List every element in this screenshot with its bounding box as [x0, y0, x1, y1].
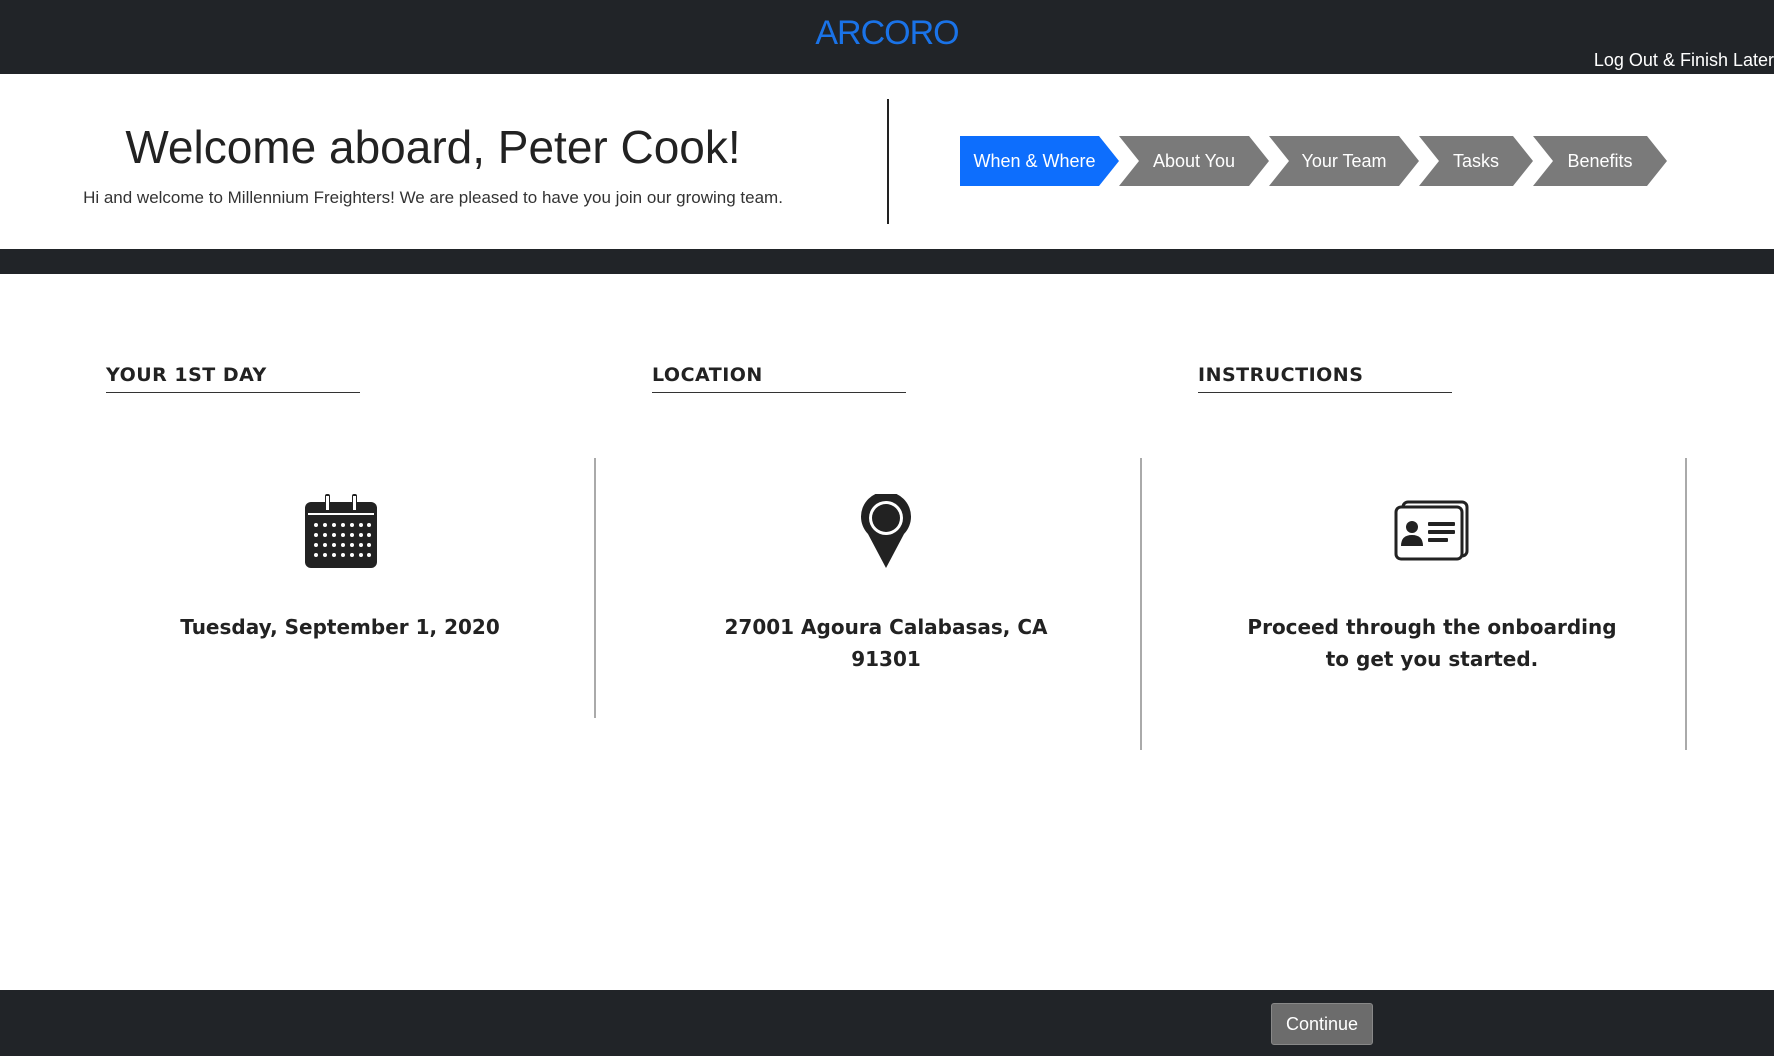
footer-bar: Continue: [0, 990, 1774, 1056]
column-divider: [1140, 458, 1142, 750]
header-separator-band: [0, 249, 1774, 274]
calendar-icon: [304, 494, 378, 575]
location-address: 27001 Agoura Calabasas, CA 91301: [652, 611, 1120, 675]
address-line-1: 27001 Agoura Calabasas, CA: [724, 615, 1048, 639]
column-divider: [1685, 458, 1687, 750]
instructions-line-1: Proceed through the onboarding: [1247, 615, 1617, 639]
address-line-2: 91301: [851, 647, 921, 671]
step-label: About You: [1152, 151, 1236, 171]
continue-button[interactable]: Continue: [1271, 1003, 1373, 1045]
step-tasks[interactable]: Tasks: [1419, 136, 1533, 186]
step-label: Your Team: [1301, 151, 1387, 171]
logout-finish-later-link[interactable]: Log Out & Finish Later: [1594, 50, 1774, 71]
instructions-text: Proceed through the onboarding to get yo…: [1198, 611, 1666, 675]
step-label: Tasks: [1452, 151, 1499, 171]
step-about-you[interactable]: About You: [1119, 136, 1269, 186]
header-divider: [887, 99, 889, 224]
instructions-title: INSTRUCTIONS: [1198, 364, 1452, 393]
welcome-subtitle: Hi and welcome to Millennium Freighters!…: [83, 188, 783, 207]
step-your-team[interactable]: Your Team: [1269, 136, 1419, 186]
arcoro-logo: ARCORO: [815, 14, 959, 52]
welcome-header: Welcome aboard, Peter Cook! Hi and welco…: [0, 74, 1774, 249]
step-benefits[interactable]: Benefits: [1533, 136, 1667, 186]
top-bar: ARCORO Log Out & Finish Later: [0, 0, 1774, 74]
first-day-title: YOUR 1ST DAY: [106, 364, 360, 393]
step-when-where[interactable]: When & Where: [960, 136, 1119, 186]
first-day-date: Tuesday, September 1, 2020: [180, 615, 500, 639]
location-title: LOCATION: [652, 364, 906, 393]
id-card-icon: [1394, 500, 1470, 567]
step-label: When & Where: [973, 151, 1096, 171]
instructions-line-2: to get you started.: [1325, 647, 1539, 671]
welcome-title: Welcome aboard, Peter Cook!: [125, 121, 741, 173]
column-divider: [594, 458, 596, 718]
step-label: Benefits: [1567, 151, 1633, 171]
map-pin-icon: [861, 491, 911, 574]
